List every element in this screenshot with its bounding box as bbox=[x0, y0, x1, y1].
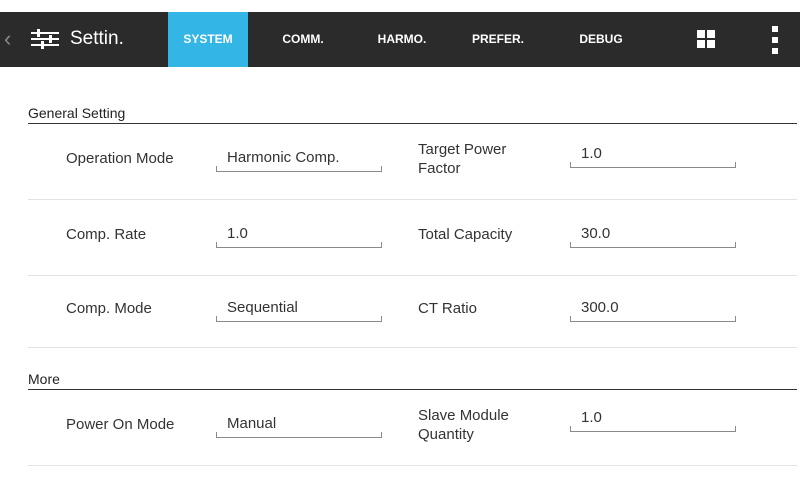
power-on-mode-label: Power On Mode bbox=[66, 416, 175, 433]
target-power-factor-value: 1.0 bbox=[581, 145, 602, 162]
total-capacity-label: Total Capacity bbox=[418, 226, 513, 243]
total-capacity-field[interactable]: 30.0 bbox=[570, 222, 736, 248]
slave-module-quantity-value: 1.0 bbox=[581, 409, 602, 426]
ct-ratio-label: CT Ratio bbox=[418, 300, 477, 317]
power-on-mode-field[interactable]: Manual bbox=[216, 412, 382, 438]
comp-rate-field[interactable]: 1.0 bbox=[216, 222, 382, 248]
tab-debug[interactable]: DEBUG bbox=[556, 12, 646, 67]
ct-ratio-field[interactable]: 300.0 bbox=[570, 296, 736, 322]
tab-system[interactable]: SYSTEM bbox=[168, 12, 248, 67]
back-chevron-icon[interactable]: ‹ bbox=[4, 28, 11, 50]
section-divider bbox=[28, 389, 797, 390]
operation-mode-field[interactable]: Harmonic Comp. bbox=[216, 146, 382, 172]
row-divider bbox=[28, 347, 797, 348]
comp-rate-value: 1.0 bbox=[227, 225, 248, 242]
ct-ratio-value: 300.0 bbox=[581, 299, 619, 316]
settings-sliders-icon[interactable] bbox=[30, 27, 60, 51]
tab-prefer[interactable]: PREFER. bbox=[448, 12, 548, 67]
comp-mode-label: Comp. Mode bbox=[66, 300, 152, 317]
section-header-more: More bbox=[28, 371, 60, 387]
action-bar: ‹ Settin. SYSTEM COMM. HARMO. PREFER. DE… bbox=[0, 0, 800, 67]
comp-rate-label: Comp. Rate bbox=[66, 226, 147, 243]
operation-mode-value: Harmonic Comp. bbox=[227, 149, 340, 166]
action-bar-surface: ‹ Settin. SYSTEM COMM. HARMO. PREFER. DE… bbox=[0, 12, 800, 67]
row-divider bbox=[28, 275, 797, 276]
row-divider bbox=[28, 199, 797, 200]
section-header-general: General Setting bbox=[28, 105, 126, 121]
slave-module-quantity-label: Slave Module Quantity bbox=[418, 407, 509, 443]
target-power-factor-label: Target Power Factor bbox=[418, 141, 507, 177]
slave-module-quantity-field[interactable]: 1.0 bbox=[570, 406, 736, 432]
overflow-menu-icon[interactable] bbox=[772, 26, 778, 54]
tab-comm[interactable]: COMM. bbox=[264, 12, 342, 67]
row-divider bbox=[28, 465, 797, 466]
app-title: Settin. bbox=[70, 28, 124, 49]
operation-mode-label: Operation Mode bbox=[66, 150, 174, 167]
total-capacity-value: 30.0 bbox=[581, 225, 611, 242]
section-divider bbox=[28, 123, 797, 124]
power-on-mode-value: Manual bbox=[227, 415, 277, 432]
comp-mode-value: Sequential bbox=[227, 299, 298, 316]
comp-mode-field[interactable]: Sequential bbox=[216, 296, 382, 322]
target-power-factor-field[interactable]: 1.0 bbox=[570, 142, 736, 168]
tab-harmo[interactable]: HARMO. bbox=[362, 12, 442, 67]
grid-icon[interactable] bbox=[697, 30, 717, 50]
